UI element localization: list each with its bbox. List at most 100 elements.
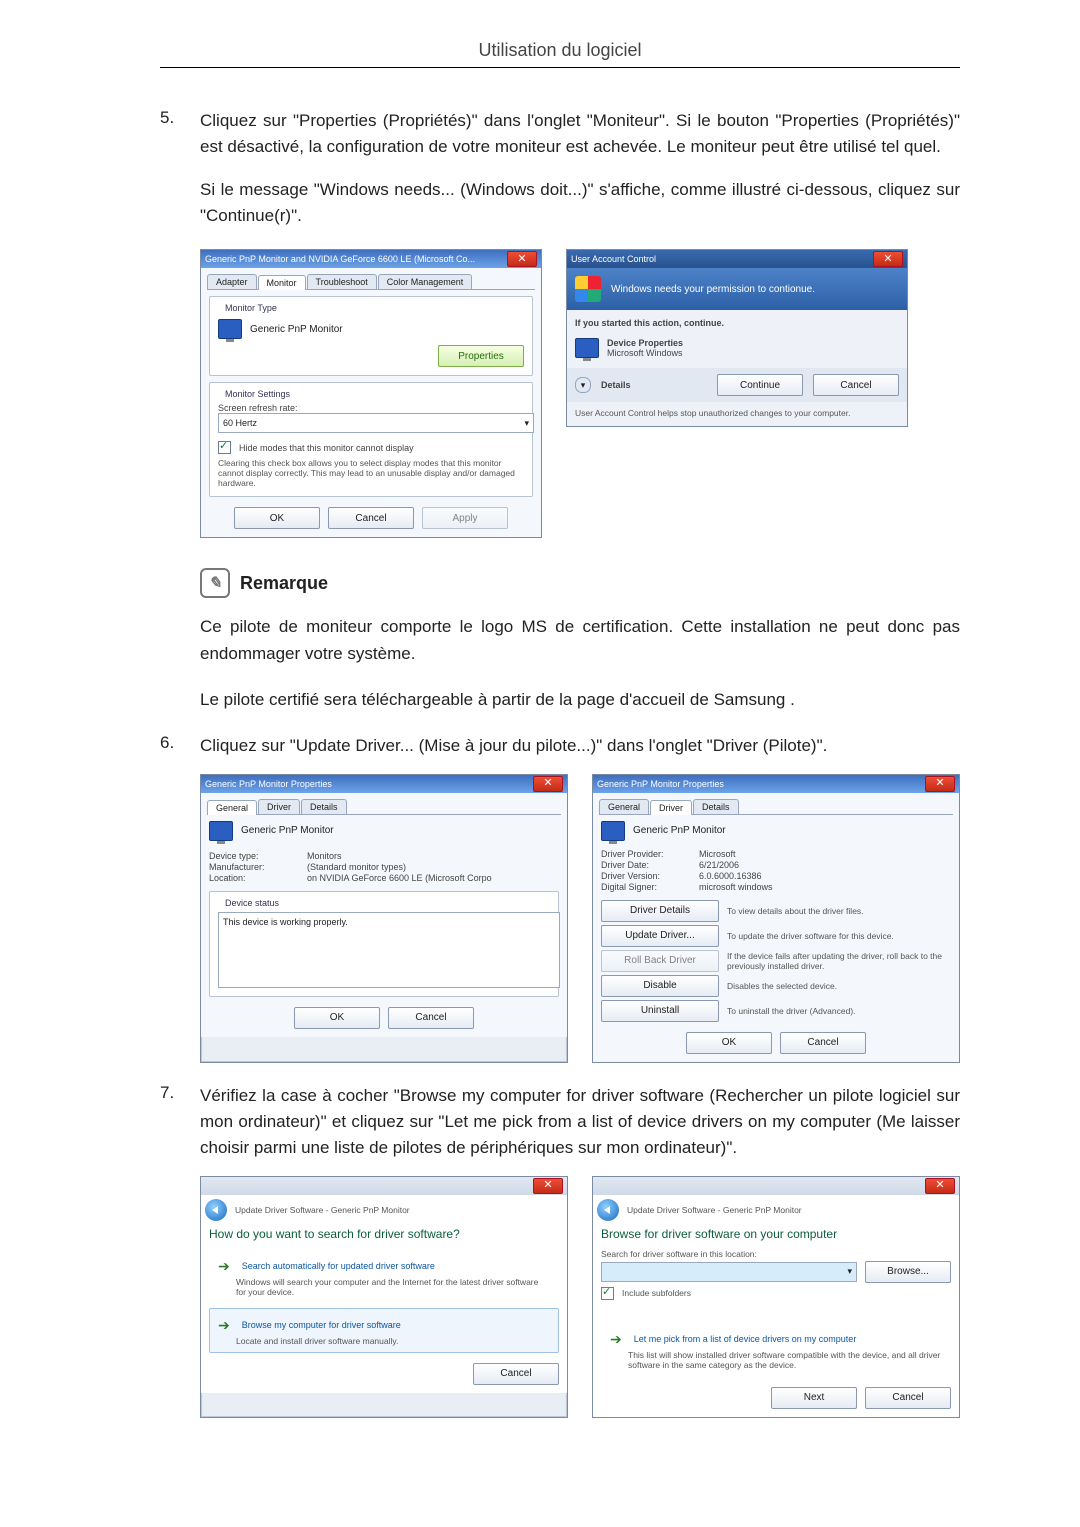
step-5-number: 5. bbox=[160, 108, 200, 161]
browse-button[interactable]: Browse... bbox=[865, 1261, 951, 1283]
note-paragraph-2: Le pilote certifié sera téléchargeable à… bbox=[200, 687, 960, 713]
ok-button[interactable]: OK bbox=[234, 507, 320, 529]
tab-troubleshoot[interactable]: Troubleshoot bbox=[307, 274, 377, 289]
close-icon[interactable]: ✕ bbox=[507, 251, 537, 267]
ok-button[interactable]: OK bbox=[686, 1032, 772, 1054]
driver-date-label: Driver Date: bbox=[601, 860, 687, 870]
uninstall-desc: To uninstall the driver (Advanced). bbox=[727, 1006, 856, 1016]
hide-modes-label: Hide modes that this monitor cannot disp… bbox=[239, 443, 414, 453]
arrow-right-icon: ➔ bbox=[610, 1331, 622, 1348]
close-icon[interactable]: ✕ bbox=[533, 776, 563, 792]
next-button[interactable]: Next bbox=[771, 1387, 857, 1409]
note-title: Remarque bbox=[240, 573, 328, 594]
step-6-text: Cliquez sur "Update Driver... (Mise à jo… bbox=[200, 733, 960, 759]
tab-adapter[interactable]: Adapter bbox=[207, 274, 257, 289]
note-paragraph-1: Ce pilote de moniteur comporte le logo M… bbox=[200, 614, 960, 667]
location-label: Location: bbox=[209, 873, 295, 883]
arrow-right-icon: ➔ bbox=[218, 1317, 230, 1334]
uac-app-name: Device Properties bbox=[607, 338, 683, 348]
uac-if-started: If you started this action, continue. bbox=[575, 318, 899, 328]
step-5-text-2: Si le message "Windows needs... (Windows… bbox=[200, 177, 960, 230]
uac-vendor: Microsoft Windows bbox=[607, 348, 683, 358]
properties-button[interactable]: Properties bbox=[438, 345, 524, 367]
monitor-type-legend: Monitor Type bbox=[222, 303, 280, 313]
tab-monitor[interactable]: Monitor bbox=[258, 275, 306, 290]
hide-modes-checkbox[interactable] bbox=[218, 441, 231, 454]
disable-desc: Disables the selected device. bbox=[727, 981, 837, 991]
search-location-label: Search for driver software in this locat… bbox=[601, 1249, 951, 1259]
monitor-props-general-dialog: Generic PnP Monitor Properties ✕ General… bbox=[200, 774, 568, 1063]
search-path-input[interactable]: ▾ bbox=[601, 1262, 857, 1282]
cancel-button[interactable]: Cancel bbox=[780, 1032, 866, 1054]
digital-signer-label: Digital Signer: bbox=[601, 882, 687, 892]
refresh-rate-select[interactable]: 60 Hertz▾ bbox=[218, 413, 534, 433]
option-search-auto-desc: Windows will search your computer and th… bbox=[236, 1277, 550, 1297]
apply-button[interactable]: Apply bbox=[422, 507, 508, 529]
wizard-heading: Browse for driver software on your compu… bbox=[601, 1227, 951, 1241]
tab-details[interactable]: Details bbox=[301, 799, 347, 814]
tab-color-management[interactable]: Color Management bbox=[378, 274, 473, 289]
arrow-right-icon: ➔ bbox=[218, 1258, 230, 1275]
device-name: Generic PnP Monitor bbox=[241, 825, 334, 836]
uac-details-toggle[interactable]: Details bbox=[601, 380, 707, 390]
tab-general[interactable]: General bbox=[599, 799, 649, 814]
refresh-rate-label: Screen refresh rate: bbox=[218, 403, 524, 413]
manufacturer-label: Manufacturer: bbox=[209, 862, 295, 872]
back-icon[interactable] bbox=[205, 1199, 227, 1221]
close-icon[interactable]: ✕ bbox=[533, 1178, 563, 1194]
digital-signer-value: microsoft windows bbox=[699, 882, 773, 892]
hide-modes-note: Clearing this check box allows you to se… bbox=[218, 458, 524, 488]
uac-title: User Account Control bbox=[571, 254, 869, 264]
dialog-title: Generic PnP Monitor and NVIDIA GeForce 6… bbox=[205, 254, 503, 264]
manufacturer-value: (Standard monitor types) bbox=[307, 862, 406, 872]
cancel-button[interactable]: Cancel bbox=[865, 1387, 951, 1409]
driver-version-label: Driver Version: bbox=[601, 871, 687, 881]
location-value: on NVIDIA GeForce 6600 LE (Microsoft Cor… bbox=[307, 873, 492, 883]
close-icon[interactable]: ✕ bbox=[873, 251, 903, 267]
driver-provider-value: Microsoft bbox=[699, 849, 736, 859]
monitor-device-name: Generic PnP Monitor bbox=[250, 324, 343, 335]
cancel-button[interactable]: Cancel bbox=[388, 1007, 474, 1029]
driver-details-button[interactable]: Driver Details bbox=[601, 900, 719, 922]
cancel-button[interactable]: Cancel bbox=[328, 507, 414, 529]
update-driver-wizard-2: ✕ Update Driver Software - Generic PnP M… bbox=[592, 1176, 960, 1418]
option-search-auto-title: Search automatically for updated driver … bbox=[242, 1261, 435, 1271]
option-pick-from-list[interactable]: ➔ Let me pick from a list of device drive… bbox=[601, 1322, 951, 1377]
ok-button[interactable]: OK bbox=[294, 1007, 380, 1029]
step-7-text: Vérifiez la case à cocher "Browse my com… bbox=[200, 1083, 960, 1162]
disable-button[interactable]: Disable bbox=[601, 975, 719, 997]
device-type-value: Monitors bbox=[307, 851, 342, 861]
chevron-down-icon[interactable]: ▾ bbox=[575, 377, 591, 393]
page-title: Utilisation du logiciel bbox=[160, 40, 960, 68]
option-browse-desc: Locate and install driver software manua… bbox=[236, 1336, 550, 1346]
chevron-down-icon: ▾ bbox=[524, 418, 529, 429]
driver-version-value: 6.0.6000.16386 bbox=[699, 871, 762, 881]
tab-driver[interactable]: Driver bbox=[650, 800, 692, 815]
include-subfolders-checkbox[interactable] bbox=[601, 1287, 614, 1300]
device-name: Generic PnP Monitor bbox=[633, 825, 726, 836]
back-icon[interactable] bbox=[597, 1199, 619, 1221]
cancel-button[interactable]: Cancel bbox=[813, 374, 899, 396]
close-icon[interactable]: ✕ bbox=[925, 1178, 955, 1194]
step-6-number: 6. bbox=[160, 733, 200, 759]
driver-provider-label: Driver Provider: bbox=[601, 849, 687, 859]
monitor-icon bbox=[218, 319, 242, 339]
uninstall-button[interactable]: Uninstall bbox=[601, 1000, 719, 1022]
device-status-text: This device is working properly. bbox=[218, 912, 560, 988]
device-status-legend: Device status bbox=[222, 898, 282, 908]
close-icon[interactable]: ✕ bbox=[925, 776, 955, 792]
option-search-auto[interactable]: ➔ Search automatically for updated driver… bbox=[209, 1249, 559, 1304]
cancel-button[interactable]: Cancel bbox=[473, 1363, 559, 1385]
driver-details-desc: To view details about the driver files. bbox=[727, 906, 864, 916]
uac-dialog: User Account Control ✕ Windows needs you… bbox=[566, 249, 908, 427]
monitor-props-driver-dialog: Generic PnP Monitor Properties ✕ General… bbox=[592, 774, 960, 1063]
continue-button[interactable]: Continue bbox=[717, 374, 803, 396]
option-pick-title: Let me pick from a list of device driver… bbox=[634, 1334, 857, 1344]
update-driver-button[interactable]: Update Driver... bbox=[601, 925, 719, 947]
monitor-settings-legend: Monitor Settings bbox=[222, 389, 293, 399]
dialog-title: Generic PnP Monitor Properties bbox=[205, 779, 529, 789]
tab-details[interactable]: Details bbox=[693, 799, 739, 814]
tab-driver[interactable]: Driver bbox=[258, 799, 300, 814]
option-browse-computer[interactable]: ➔Browse my computer for driver software … bbox=[209, 1308, 559, 1353]
tab-general[interactable]: General bbox=[207, 800, 257, 815]
